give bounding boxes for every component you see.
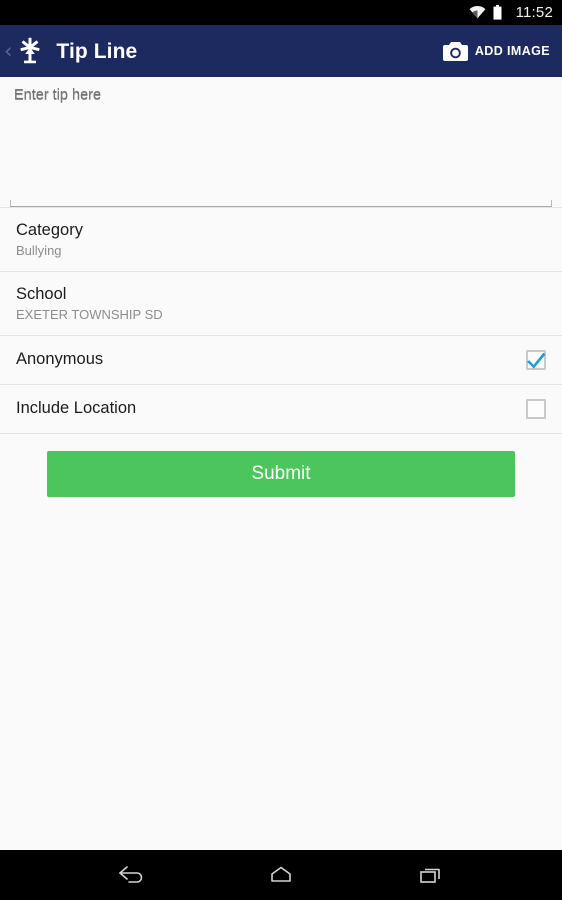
add-image-button[interactable]: ADD IMAGE [440,37,553,66]
app-bar: ‹ Tip Line ADD IMAGE [0,25,562,77]
nav-recents-button[interactable] [408,853,454,897]
back-nav-icon [119,866,143,883]
snowflake-logo-icon[interactable] [15,36,45,66]
android-nav-bar [0,850,562,900]
camera-icon [442,41,468,61]
row-anonymous-text: Anonymous [16,350,512,369]
row-anonymous[interactable]: Anonymous [0,335,562,384]
row-category-value: Bullying [16,242,62,258]
row-include-location-label: Include Location [16,399,137,418]
row-school-value: EXETER TOWNSHIP SD [16,306,163,322]
battery-icon [493,5,502,20]
status-bar: 11:52 [0,0,562,25]
tip-field-container: Enter tip here [2,77,560,207]
phone-screen: 11:52 ‹ Tip Line ADD IMAGE Enter tip her… [0,0,562,900]
row-category[interactable]: Category Bullying [0,208,562,271]
content-filler [0,496,562,850]
row-school[interactable]: School EXETER TOWNSHIP SD [0,271,562,335]
row-school-label: School [16,284,67,303]
app-title: Tip Line [56,39,138,63]
row-anonymous-label: Anonymous [16,350,104,369]
nav-home-button[interactable] [258,853,304,897]
row-include-location-text: Include Location [16,399,512,418]
row-category-label: Category [16,221,83,239]
add-image-label: ADD IMAGE [474,43,550,58]
wifi-icon [469,6,485,19]
status-bar-icons: 11:52 [469,5,553,20]
row-school-text: School EXETER TOWNSHIP SD [16,285,546,323]
home-nav-icon [271,866,291,882]
checkmark-icon [527,352,546,369]
tip-input-underline [10,200,552,207]
back-chevron-icon[interactable]: ‹ [0,40,15,62]
nav-back-button[interactable] [108,853,154,897]
submit-container: Submit [0,434,562,497]
include-location-checkbox[interactable] [526,398,546,419]
anonymous-checkbox[interactable] [526,349,546,370]
tip-input[interactable] [2,77,560,207]
row-category-text: Category Bullying [16,221,546,259]
status-bar-clock: 11:52 [515,4,553,21]
form-content: Enter tip here Category Bullying School … [0,77,562,850]
recents-nav-icon [420,868,440,883]
checkbox-box [526,398,546,419]
submit-button[interactable]: Submit [47,450,515,497]
row-include-location[interactable]: Include Location [0,384,562,433]
